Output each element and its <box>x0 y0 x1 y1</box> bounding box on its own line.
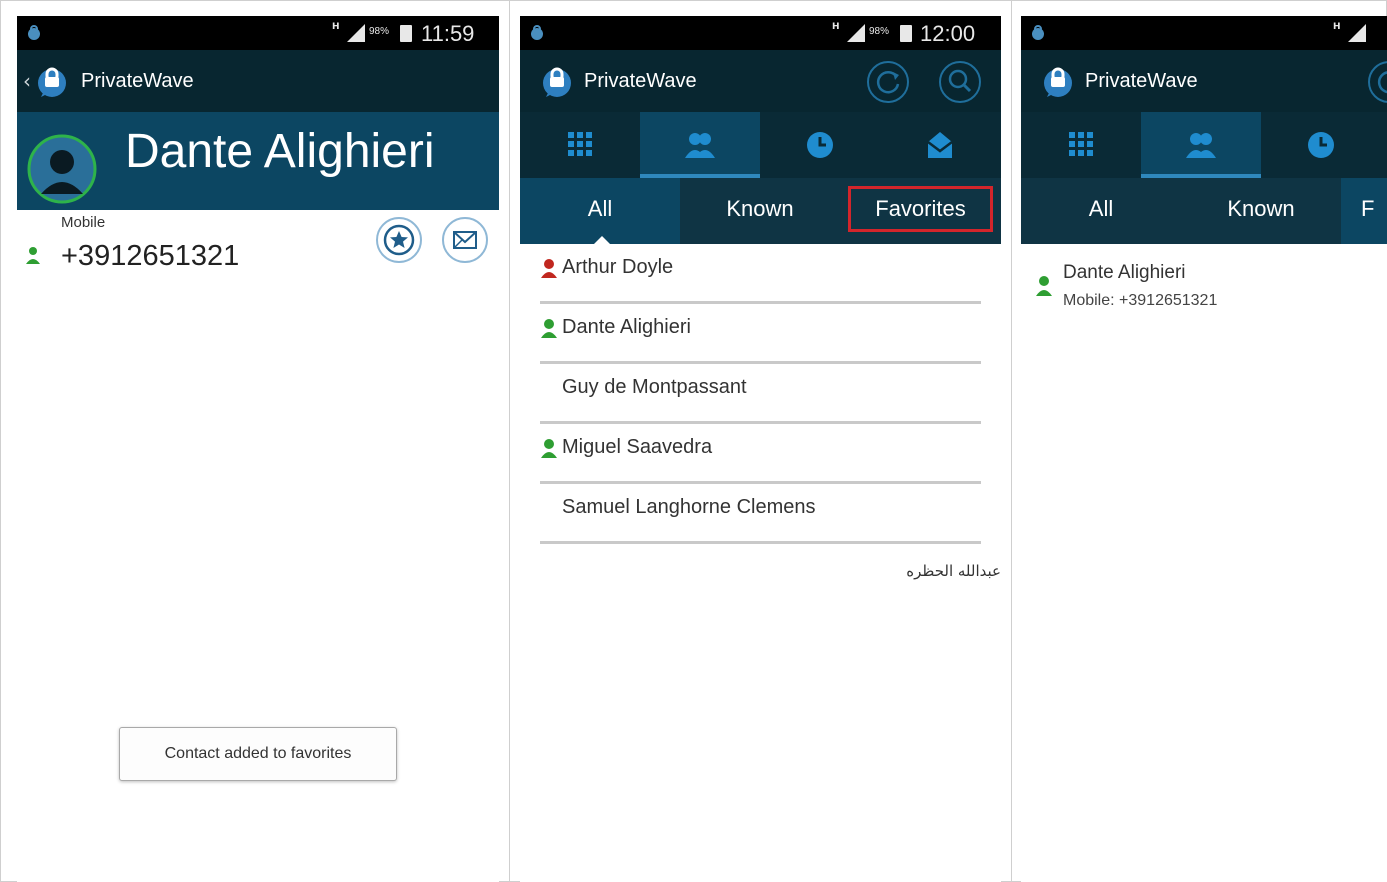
app-title: PrivateWave <box>81 70 194 92</box>
filter-all[interactable]: All <box>520 178 680 244</box>
avatar <box>27 134 97 204</box>
person-status-icon <box>26 247 40 264</box>
refresh-icon[interactable] <box>866 60 910 104</box>
message-button[interactable] <box>441 216 489 264</box>
contact-name: Guy de Montpassant <box>562 376 747 398</box>
tab-dialpad[interactable] <box>520 112 640 178</box>
signal-icon <box>847 24 865 42</box>
privatewave-logo-icon[interactable] <box>1041 63 1075 99</box>
clock: 12:00 <box>920 21 976 46</box>
list-item[interactable]: Dante Alighieri <box>540 304 981 364</box>
contact-filter-bar: All Known Favorites <box>520 178 1001 244</box>
battery-percent: 98% <box>869 26 890 37</box>
favorite-contact-number: Mobile: +3912651321 <box>1063 292 1218 309</box>
status-bar: H 98% 11:59 <box>17 16 499 50</box>
extra-contact-name[interactable]: عبدالله الحظره <box>906 562 1001 580</box>
person-status-icon <box>1036 276 1052 296</box>
tab-messages[interactable] <box>880 112 1000 178</box>
list-item[interactable]: Guy de Montpassant <box>540 364 981 424</box>
signal-icon <box>1348 24 1366 42</box>
contact-name: Dante Alighieri <box>125 125 435 178</box>
favorite-contact-name[interactable]: Dante Alighieri <box>1063 262 1186 284</box>
panel-divider <box>509 0 510 882</box>
person-status-icon <box>541 259 557 278</box>
action-bar: PrivateWave <box>520 50 1001 114</box>
privatewave-status-icon <box>1032 25 1044 40</box>
tab-contacts[interactable] <box>640 112 760 178</box>
battery-percent: 98% <box>369 26 390 37</box>
search-icon[interactable] <box>938 60 982 104</box>
contact-name: Miguel Saavedra <box>562 436 713 458</box>
battery-icon <box>400 25 412 42</box>
row-divider <box>540 541 981 544</box>
recents-icon <box>807 132 833 158</box>
favorite-button[interactable] <box>375 216 423 264</box>
tab-contacts[interactable] <box>1141 112 1261 178</box>
list-item[interactable]: Arthur Doyle <box>540 244 981 304</box>
contacts-icon <box>1186 133 1216 158</box>
contact-filter-bar: All Known F <box>1021 178 1387 244</box>
filter-known[interactable]: Known <box>1181 178 1341 244</box>
tab-recents[interactable] <box>760 112 880 178</box>
person-status-icon <box>541 439 557 458</box>
contact-name: Arthur Doyle <box>562 256 674 278</box>
main-tabs <box>520 112 1001 178</box>
network-type: H <box>332 22 340 32</box>
privatewave-status-icon <box>531 25 543 40</box>
status-bar: H <box>1021 16 1387 50</box>
panel-divider <box>1011 0 1012 882</box>
contact-detail-screen: H 98% 11:59 ‹ PrivateWave Dante Alighier… <box>17 16 499 882</box>
network-type: H <box>832 22 840 32</box>
refresh-icon[interactable] <box>1367 60 1387 104</box>
main-tabs <box>1021 112 1387 178</box>
list-item[interactable]: Samuel Langhorne Clemens <box>540 484 981 544</box>
favorites-screen: H PrivateWave All Known F Dante Alighier… <box>1021 16 1387 882</box>
recents-icon <box>1308 132 1334 158</box>
action-bar: ‹ PrivateWave <box>17 50 499 114</box>
battery-icon <box>900 25 912 42</box>
tab-dialpad[interactable] <box>1021 112 1141 178</box>
contact-header: Dante Alighieri <box>17 112 499 210</box>
toast-message: Contact added to favorites <box>119 727 397 781</box>
dialpad-icon <box>568 132 592 156</box>
privatewave-logo-icon[interactable] <box>540 63 574 99</box>
network-type: H <box>1333 22 1341 32</box>
app-title: PrivateWave <box>1085 70 1198 92</box>
app-title: PrivateWave <box>584 70 697 92</box>
back-icon[interactable]: ‹ <box>23 69 31 93</box>
phone-number[interactable]: +3912651321 <box>61 240 239 273</box>
contact-name: Dante Alighieri <box>562 316 691 338</box>
clock: 11:59 <box>421 21 475 46</box>
person-status-icon <box>541 319 557 338</box>
filter-known[interactable]: Known <box>680 178 840 244</box>
phone-type-label: Mobile <box>61 214 106 231</box>
filter-favorites[interactable]: F <box>1341 178 1387 244</box>
contact-name: Samuel Langhorne Clemens <box>562 496 816 518</box>
privatewave-status-icon <box>28 25 40 40</box>
privatewave-logo-icon[interactable] <box>35 63 69 99</box>
messages-icon <box>927 132 953 158</box>
filter-all[interactable]: All <box>1021 178 1181 244</box>
dialpad-icon <box>1069 132 1093 156</box>
favorites-highlight-box <box>848 186 993 232</box>
list-item[interactable]: Miguel Saavedra <box>540 424 981 484</box>
signal-icon <box>347 24 365 42</box>
action-bar: PrivateWave <box>1021 50 1387 114</box>
tab-recents[interactable] <box>1261 112 1381 178</box>
contacts-list-screen: H 98% 12:00 PrivateWave All Known Favori… <box>520 16 1001 882</box>
contacts-icon <box>685 133 715 158</box>
status-bar: H 98% 12:00 <box>520 16 1001 50</box>
